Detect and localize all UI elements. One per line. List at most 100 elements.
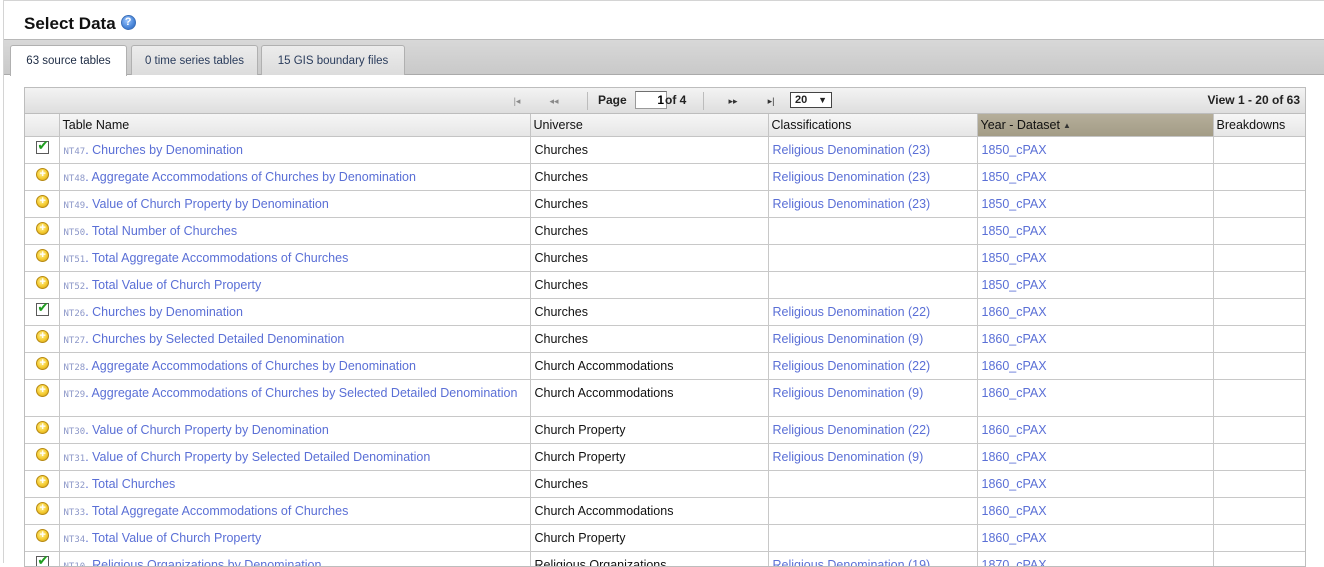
status-cell xyxy=(25,163,59,190)
column-header-year-dataset[interactable]: Year - Dataset▲ xyxy=(977,114,1213,136)
add-circle-icon[interactable] xyxy=(36,249,49,262)
add-circle-icon[interactable] xyxy=(36,222,49,235)
rows-per-page-select[interactable]: 20 ▼ xyxy=(790,92,832,108)
year-dataset-link[interactable]: 1860_cPAX xyxy=(982,359,1047,373)
year-dataset-link[interactable]: 1870_cPAX xyxy=(982,558,1047,567)
add-circle-icon[interactable] xyxy=(36,475,49,488)
classification-link[interactable]: Religious Denomination (9) xyxy=(773,450,924,464)
tab-time-series-tables[interactable]: 0 time series tables xyxy=(131,45,258,75)
classification-link[interactable]: Religious Denomination (23) xyxy=(773,197,931,211)
year-dataset-cell: 1850_cPAX xyxy=(977,244,1213,271)
table-name-link[interactable]: . Total Churches xyxy=(85,477,175,491)
add-circle-icon[interactable] xyxy=(36,421,49,434)
table-name-link[interactable]: . Total Aggregate Accommodations of Chur… xyxy=(85,504,348,518)
breakdowns-cell xyxy=(1213,416,1306,443)
classification-link[interactable]: Religious Denomination (22) xyxy=(773,423,931,437)
year-dataset-link[interactable]: 1860_cPAX xyxy=(982,504,1047,518)
table-row: NT32. Total ChurchesChurches 1860_cPAX xyxy=(25,470,1306,497)
table-name-link[interactable]: . Aggregate Accommodations of Churches b… xyxy=(85,170,416,184)
tab-source-tables[interactable]: 63 source tables xyxy=(10,45,127,76)
classification-cell: Religious Denomination (23) xyxy=(768,190,977,217)
year-dataset-link[interactable]: 1850_cPAX xyxy=(982,197,1047,211)
year-dataset-link[interactable]: 1860_cPAX xyxy=(982,386,1047,400)
add-circle-icon[interactable] xyxy=(36,529,49,542)
year-dataset-label: Year - Dataset xyxy=(981,118,1060,132)
year-dataset-link[interactable]: 1850_cPAX xyxy=(982,251,1047,265)
table-name-link[interactable]: . Total Value of Church Property xyxy=(85,278,261,292)
add-circle-icon[interactable] xyxy=(36,448,49,461)
table-name-link[interactable]: . Churches by Selected Detailed Denomina… xyxy=(85,332,344,346)
table-name-link[interactable]: . Value of Church Property by Denominati… xyxy=(85,197,329,211)
table-name-link[interactable]: . Religious Organizations by Denominatio… xyxy=(85,558,321,567)
classification-link[interactable]: Religious Denomination (19) xyxy=(773,558,931,567)
year-dataset-link[interactable]: 1860_cPAX xyxy=(982,423,1047,437)
classification-link[interactable]: Religious Denomination (23) xyxy=(773,170,931,184)
add-circle-icon[interactable] xyxy=(36,357,49,370)
sort-icon[interactable]: ▲ xyxy=(1063,121,1071,130)
table-name-link[interactable]: . Churches by Denomination xyxy=(85,143,243,157)
page-number-input[interactable] xyxy=(635,91,667,109)
table-name-link[interactable]: . Total Value of Church Property xyxy=(85,531,261,545)
table-name-text: Total Number of Churches xyxy=(92,224,237,238)
column-header-universe[interactable]: Universe xyxy=(530,114,768,136)
add-circle-icon[interactable] xyxy=(36,384,49,397)
column-header-breakdowns[interactable]: Breakdowns xyxy=(1213,114,1306,136)
year-dataset-link[interactable]: 1860_cPAX xyxy=(982,477,1047,491)
last-page-icon[interactable]: ▸| xyxy=(762,93,780,109)
classification-link[interactable]: Religious Denomination (22) xyxy=(773,359,931,373)
classification-link[interactable]: Religious Denomination (22) xyxy=(773,305,931,319)
checked-checkbox-icon[interactable] xyxy=(36,141,49,154)
table-name-link[interactable]: . Value of Church Property by Denominati… xyxy=(85,423,329,437)
table-name-cell: NT30. Value of Church Property by Denomi… xyxy=(59,416,530,443)
table-name-cell: NT50. Total Number of Churches xyxy=(59,217,530,244)
add-circle-icon[interactable] xyxy=(36,168,49,181)
universe-cell: Churches xyxy=(530,136,768,163)
table-code: NT29 xyxy=(64,390,86,400)
table-name-link[interactable]: . Churches by Denomination xyxy=(85,305,243,319)
prev-page-icon[interactable]: ◂◂ xyxy=(545,93,563,109)
table-name-link[interactable]: . Value of Church Property by Selected D… xyxy=(85,450,430,464)
universe-cell: Church Accommodations xyxy=(530,497,768,524)
year-dataset-link[interactable]: 1860_cPAX xyxy=(982,332,1047,346)
table-name-link[interactable]: . Total Aggregate Accommodations of Chur… xyxy=(85,251,348,265)
year-dataset-cell: 1860_cPAX xyxy=(977,298,1213,325)
breakdowns-cell xyxy=(1213,352,1306,379)
universe-cell: Churches xyxy=(530,470,768,497)
classification-link[interactable]: Religious Denomination (23) xyxy=(773,143,931,157)
year-dataset-cell: 1860_cPAX xyxy=(977,443,1213,470)
year-dataset-link[interactable]: 1850_cPAX xyxy=(982,143,1047,157)
table-name-link[interactable]: . Aggregate Accommodations of Churches b… xyxy=(85,386,517,400)
column-header-table-name[interactable]: Table Name xyxy=(59,114,530,136)
classification-cell xyxy=(768,244,977,271)
checked-checkbox-icon[interactable] xyxy=(36,556,49,567)
universe-cell: Churches xyxy=(530,298,768,325)
year-dataset-link[interactable]: 1850_cPAX xyxy=(982,224,1047,238)
table-row: NT29. Aggregate Accommodations of Church… xyxy=(25,379,1306,416)
table-name-text: Total Aggregate Accommodations of Church… xyxy=(92,251,348,265)
first-page-icon[interactable]: |◂ xyxy=(508,93,526,109)
breakdowns-cell xyxy=(1213,244,1306,271)
table-name-cell: NT32. Total Churches xyxy=(59,470,530,497)
year-dataset-link[interactable]: 1850_cPAX xyxy=(982,170,1047,184)
table-name-link[interactable]: . Total Number of Churches xyxy=(85,224,237,238)
year-dataset-link[interactable]: 1850_cPAX xyxy=(982,278,1047,292)
help-icon[interactable]: ? xyxy=(121,15,136,30)
next-page-icon[interactable]: ▸▸ xyxy=(724,93,742,109)
add-circle-icon[interactable] xyxy=(36,502,49,515)
add-circle-icon[interactable] xyxy=(36,330,49,343)
classification-link[interactable]: Religious Denomination (9) xyxy=(773,386,924,400)
column-header-classifications[interactable]: Classifications xyxy=(768,114,977,136)
checked-checkbox-icon[interactable] xyxy=(36,303,49,316)
year-dataset-link[interactable]: 1860_cPAX xyxy=(982,531,1047,545)
table-name-link[interactable]: . Aggregate Accommodations of Churches b… xyxy=(85,359,416,373)
tab-gis-boundary-files[interactable]: 15 GIS boundary files xyxy=(261,45,405,75)
year-dataset-link[interactable]: 1860_cPAX xyxy=(982,450,1047,464)
table-code: NT50 xyxy=(64,228,86,238)
data-grid: |◂ ◂◂ Page of 4 ▸▸ ▸| 20 ▼ View 1 - 20 o… xyxy=(24,87,1306,567)
classification-link[interactable]: Religious Denomination (9) xyxy=(773,332,924,346)
add-circle-icon[interactable] xyxy=(36,195,49,208)
pager: |◂ ◂◂ Page of 4 ▸▸ ▸| 20 ▼ View 1 - 20 o… xyxy=(25,88,1305,114)
rows-per-page-value: 20 xyxy=(795,94,807,106)
add-circle-icon[interactable] xyxy=(36,276,49,289)
year-dataset-link[interactable]: 1860_cPAX xyxy=(982,305,1047,319)
